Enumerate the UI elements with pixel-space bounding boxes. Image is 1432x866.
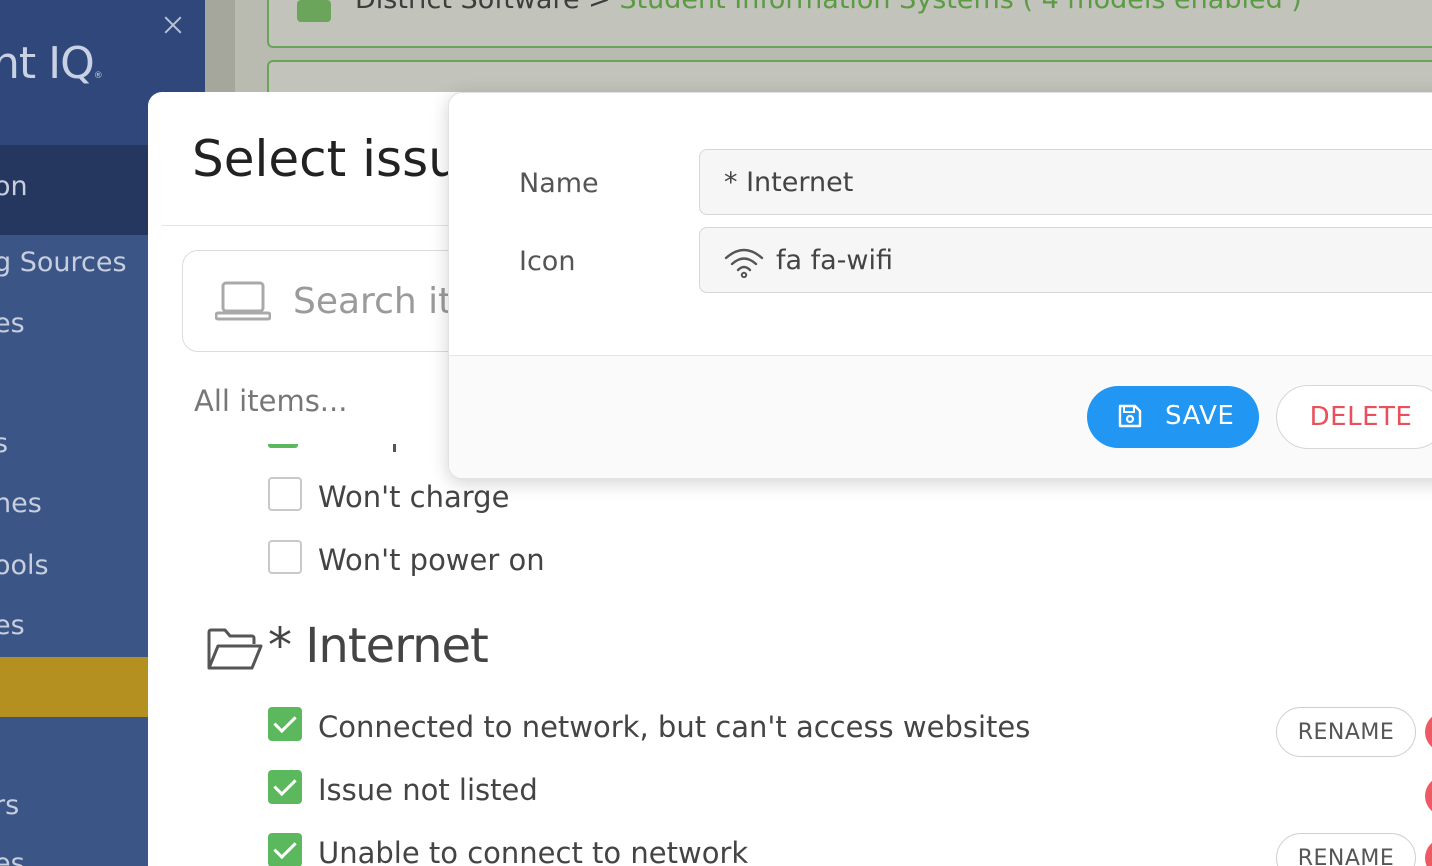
text-fragment: [393, 444, 396, 452]
sidebar-item[interactable]: rs: [0, 790, 19, 821]
background-card-text: District Software > Student Information …: [355, 0, 1302, 15]
floppy-disk-icon: [1118, 404, 1142, 428]
sidebar-item[interactable]: g Sources: [0, 247, 127, 278]
wifi-icon: [724, 248, 764, 278]
icon-field[interactable]: [699, 227, 1432, 293]
sidebar-item[interactable]: nes: [0, 488, 42, 519]
checkbox[interactable]: [268, 540, 302, 574]
name-input[interactable]: [724, 160, 1404, 204]
delete-item-button[interactable]: [1425, 838, 1432, 866]
issue-label: Won't power on: [318, 543, 545, 577]
group-title[interactable]: * Internet: [268, 618, 489, 674]
rename-button[interactable]: RENAME: [1276, 833, 1416, 866]
save-label: SAVE: [1165, 401, 1235, 431]
background-checkbox: [297, 0, 331, 22]
sidebar-item[interactable]: es: [0, 308, 25, 339]
icon-input[interactable]: [776, 238, 1396, 282]
delete-item-button[interactable]: [1425, 712, 1432, 752]
sidebar-item[interactable]: es: [0, 610, 25, 641]
name-field[interactable]: [699, 149, 1432, 215]
app-logo: nt IQ®: [0, 38, 103, 89]
edit-group-popup: Name Icon SAVE DELETE: [448, 92, 1432, 479]
icon-label: Icon: [519, 246, 576, 277]
sidebar-item[interactable]: ools: [0, 550, 49, 581]
issue-label: Unable to connect to network: [318, 836, 749, 866]
checkbox-checked[interactable]: [268, 833, 302, 866]
delete-button[interactable]: DELETE: [1276, 385, 1432, 449]
modal-title: Select issue: [192, 130, 491, 188]
issue-label: Won't charge: [318, 480, 510, 514]
name-label: Name: [519, 168, 599, 199]
rename-button[interactable]: RENAME: [1276, 707, 1416, 757]
folder-open-icon: [207, 628, 263, 670]
checkbox[interactable]: [268, 477, 302, 511]
sidebar-item[interactable]: on: [0, 171, 28, 202]
checkbox-partial[interactable]: [268, 444, 298, 448]
all-items-label: All items...: [194, 384, 348, 418]
sidebar-item[interactable]: es: [0, 848, 25, 866]
save-button[interactable]: SAVE: [1087, 386, 1259, 448]
checkbox-checked[interactable]: [268, 707, 302, 741]
sidebar-item[interactable]: s: [0, 428, 8, 459]
issue-label: Issue not listed: [318, 773, 538, 807]
background-card: District Software > Student Information …: [267, 0, 1432, 48]
delete-item-button[interactable]: [1425, 776, 1432, 816]
close-icon[interactable]: [160, 12, 186, 38]
issue-label: Connected to network, but can't access w…: [318, 710, 1031, 744]
checkbox-checked[interactable]: [268, 770, 302, 804]
laptop-icon: [215, 281, 271, 321]
